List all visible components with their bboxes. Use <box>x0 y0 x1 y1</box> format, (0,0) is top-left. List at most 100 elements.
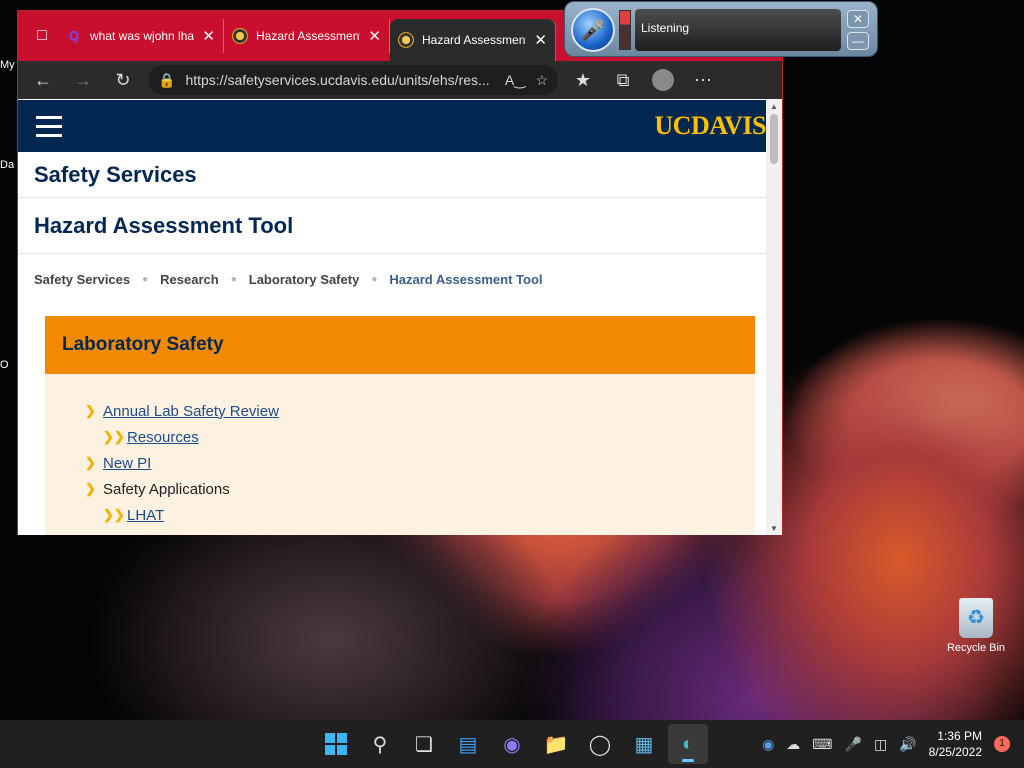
refresh-icon[interactable]: ↻ <box>108 65 138 95</box>
breadcrumb-link[interactable]: Laboratory Safety <box>249 272 360 287</box>
tab-title: Hazard Assessment <box>256 29 361 43</box>
taskbar-apps: ⚲ ❏ ▤ ◉ 📁 ◯ ▦ ◐ <box>316 720 708 768</box>
page-title: Hazard Assessment Tool <box>18 198 782 254</box>
breadcrumb-separator: ● <box>371 273 378 285</box>
browser-toolbar: ← → ↻ 🔒 https://safetyservices.ucdavis.e… <box>18 61 782 99</box>
minimize-icon[interactable]: — <box>847 32 869 50</box>
search-icon[interactable]: ⚲ <box>360 724 400 764</box>
recycle-bin-icon <box>959 598 993 638</box>
breadcrumb-link[interactable]: Research <box>160 272 219 287</box>
site-header: UCDAVIS <box>18 100 782 152</box>
menu-icon[interactable] <box>36 115 62 137</box>
desktop-icon-label[interactable] <box>0 255 18 355</box>
close-tab-icon[interactable]: ✕ <box>534 31 547 49</box>
tab-title: Hazard Assessment <box>422 33 527 47</box>
clock-date: 8/25/2022 <box>928 745 982 759</box>
nav-link[interactable]: Resources <box>127 429 199 446</box>
edge-icon[interactable]: ◐ <box>668 724 708 764</box>
desktop-icon-label[interactable]: My <box>0 55 18 155</box>
desktop-icon-strip: My Da O <box>0 55 18 455</box>
start-button[interactable] <box>316 724 356 764</box>
windows-icon <box>325 733 347 755</box>
system-tray: ◉ ☁ ⌨ 🎤 ◫ 🔊 1:36 PM 8/25/2022 1 <box>762 720 1010 768</box>
list-item: ❯ Annual Lab Safety Review <box>85 398 715 424</box>
recycle-bin-label: Recycle Bin <box>946 642 1006 654</box>
profile-button[interactable] <box>648 65 678 95</box>
microphone-button[interactable]: 🎤 <box>571 8 615 52</box>
obs-icon[interactable]: ◯ <box>580 724 620 764</box>
lab-safety-panel: Laboratory Safety ❯ Annual Lab Safety Re… <box>45 316 755 535</box>
tab[interactable]: Q what was wjohn lha ✕ <box>58 19 224 53</box>
panel-title: Laboratory Safety <box>45 316 755 374</box>
page-viewport: UCDAVIS Safety Services Hazard Assessmen… <box>18 100 782 535</box>
volume-meter <box>619 10 631 50</box>
nav-link[interactable]: Annual Lab Safety Review <box>103 403 279 420</box>
forward-icon[interactable]: → <box>68 65 98 95</box>
list-item: ❯❯ LHAT <box>85 502 715 528</box>
microphone-icon: 🎤 <box>580 19 606 42</box>
unit-title[interactable]: Safety Services <box>18 152 782 198</box>
list-item: ❯ Safety Applications <box>85 476 715 502</box>
chat-icon[interactable]: ◉ <box>492 724 532 764</box>
speech-tray-icon[interactable]: ◉ <box>762 736 774 753</box>
scroll-down-icon[interactable]: ▼ <box>766 524 782 533</box>
clock-time: 1:36 PM <box>937 729 982 743</box>
chevron-right-icon: ❯ <box>85 403 96 418</box>
address-url[interactable]: https://safetyservices.ucdavis.edu/units… <box>185 72 494 88</box>
close-tab-icon[interactable]: ✕ <box>368 27 381 45</box>
ucd-favicon-icon <box>232 28 248 44</box>
ucd-favicon-icon <box>398 32 414 48</box>
add-favorite-icon[interactable]: ☆ <box>535 72 548 89</box>
lock-icon[interactable]: 🔒 <box>158 72 175 89</box>
address-bar[interactable]: 🔒 https://safetyservices.ucdavis.edu/uni… <box>148 65 558 95</box>
double-chevron-icon: ❯❯ <box>103 507 125 522</box>
nav-link[interactable]: LHAT <box>127 507 164 524</box>
speech-status: Listening <box>635 9 841 51</box>
tab[interactable]: Hazard Assessment ✕ <box>224 19 390 53</box>
recycle-bin[interactable]: Recycle Bin <box>940 598 1012 654</box>
breadcrumb: Safety Services ● Research ● Laboratory … <box>18 254 782 304</box>
onedrive-icon[interactable]: ☁ <box>786 736 800 753</box>
desktop-icon-label[interactable]: O <box>0 355 18 455</box>
breadcrumb-separator: ● <box>230 273 237 285</box>
file-explorer-icon[interactable]: 📁 <box>536 724 576 764</box>
favorites-icon[interactable]: ★ <box>568 65 598 95</box>
more-options-icon[interactable]: ⋯ <box>688 65 718 95</box>
clock[interactable]: 1:36 PM 8/25/2022 <box>929 728 982 760</box>
control-panel-icon[interactable]: ▦ <box>624 724 664 764</box>
desktop-icon-label[interactable]: Da <box>0 155 18 255</box>
nav-heading: Safety Applications <box>103 480 230 498</box>
scrollbar-thumb[interactable] <box>770 114 778 164</box>
page-scrollbar[interactable]: ▲ ▼ <box>766 100 782 535</box>
ucdavis-logo[interactable]: UCDAVIS <box>654 111 766 141</box>
browser-window: □ Q what was wjohn lha ✕ Hazard Assessme… <box>17 10 783 535</box>
double-chevron-icon: ❯❯ <box>103 429 125 444</box>
breadcrumb-separator: ● <box>142 273 149 285</box>
keyboard-icon[interactable]: ⌨ <box>812 736 832 753</box>
task-view-icon[interactable]: ❏ <box>404 724 444 764</box>
close-tab-icon[interactable]: ✕ <box>202 27 215 45</box>
avatar <box>652 69 674 91</box>
read-aloud-icon[interactable]: A‿ <box>505 72 526 89</box>
panel-nav-list: ❯ Annual Lab Safety Review ❯❯ Resources … <box>45 374 755 535</box>
volume-icon[interactable]: 🔊 <box>899 736 916 753</box>
chevron-right-icon: ❯ <box>85 481 96 496</box>
list-item: ❯❯ Resources <box>85 424 715 450</box>
scroll-up-icon[interactable]: ▲ <box>766 102 782 111</box>
tab-active[interactable]: Hazard Assessment ✕ <box>390 19 556 61</box>
chevron-right-icon: ❯ <box>85 455 96 470</box>
nav-link[interactable]: New PI <box>103 455 151 472</box>
collections-icon[interactable]: ⧉ <box>608 65 638 95</box>
tab-title: what was wjohn lha <box>90 29 195 43</box>
taskbar: ⚲ ❏ ▤ ◉ 📁 ◯ ▦ ◐ ◉ ☁ ⌨ 🎤 ◫ 🔊 1:36 PM 8/25… <box>0 720 1024 768</box>
breadcrumb-current: Hazard Assessment Tool <box>389 271 543 287</box>
breadcrumb-link[interactable]: Safety Services <box>34 272 130 287</box>
microphone-tray-icon[interactable]: 🎤 <box>845 736 862 753</box>
notification-badge[interactable]: 1 <box>994 736 1010 752</box>
network-icon[interactable]: ◫ <box>874 736 887 753</box>
close-icon[interactable]: ✕ <box>847 10 869 28</box>
widgets-icon[interactable]: ▤ <box>448 724 488 764</box>
search-icon: Q <box>68 28 80 43</box>
tab-actions-icon[interactable]: □ <box>26 21 58 51</box>
back-icon[interactable]: ← <box>28 65 58 95</box>
